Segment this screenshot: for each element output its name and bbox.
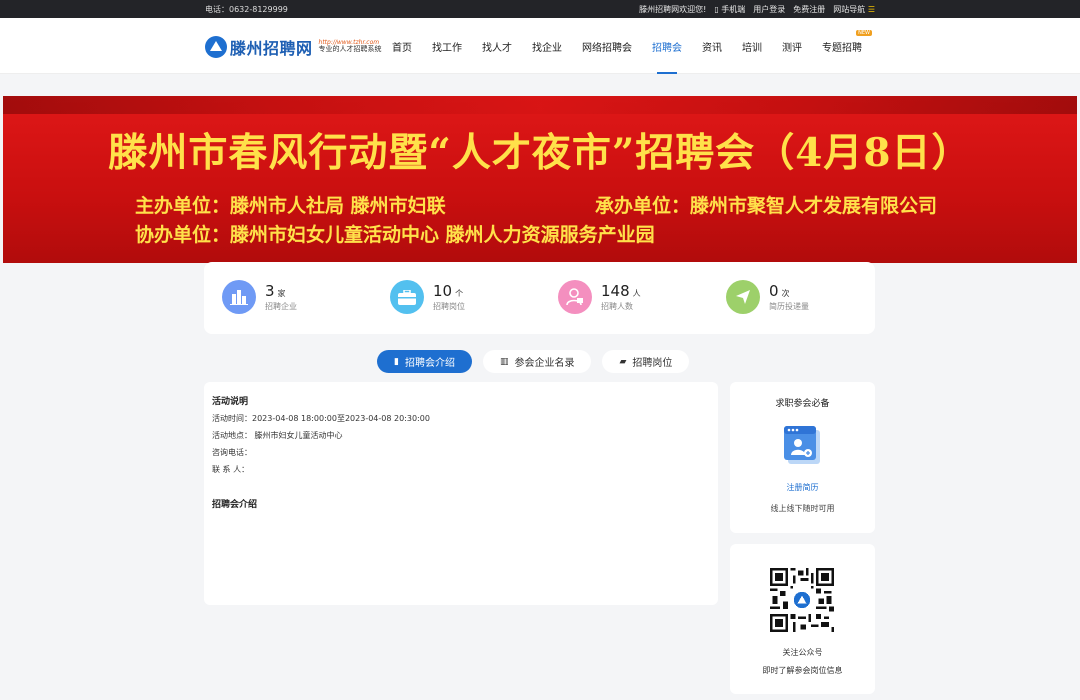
new-badge: NEW (856, 30, 872, 36)
nav-item-training[interactable]: 培训 (742, 18, 762, 74)
tab-company-list[interactable]: ▥ 参会企业名录 (482, 350, 592, 373)
topbar-mobile-label: 手机端 (721, 4, 746, 14)
nav-item-find-company[interactable]: 找企业 (532, 18, 562, 74)
top-bar: 电话：0632-8129999 滕州招聘网欢迎您! ▯ 手机端 用户登录 免费注… (0, 0, 1080, 18)
paper-plane-icon (726, 280, 760, 314)
fair-info-panel: 活动说明 活动时间：2023-04-08 18:00:00至2023-04-08… (204, 382, 718, 605)
logo-text: 滕州招聘网 (230, 39, 313, 58)
building-icon: ▥ (499, 356, 509, 367)
wechat-card: 关注公众号 即时了解参会岗位信息 (730, 544, 875, 694)
topbar-welcome: 滕州招聘网欢迎您! (639, 4, 707, 14)
tab-company-list-label: 参会企业名录 (514, 358, 575, 369)
stat-resumes-value: 0 (769, 282, 779, 300)
main-nav: 首页 找工作 找人才 找企业 网络招聘会 招聘会 资讯 培训 测评 专题招聘 N… (392, 18, 882, 74)
stat-companies-unit: 家 (277, 289, 286, 298)
stat-headcount: 148 人 招聘人数 (558, 280, 641, 314)
resume-card-title: 求职参会必备 (775, 399, 830, 409)
nav-item-home[interactable]: 首页 (392, 18, 412, 74)
topbar-phone: 电话：0632-8129999 (205, 4, 288, 14)
activity-time: 活动时间：2023-04-08 18:00:00至2023-04-08 20:3… (212, 414, 430, 423)
banner-organizer: 承办单位：滕州市聚智人才发展有限公司 (595, 195, 938, 217)
tab-fair-intro-label: 招聘会介绍 (404, 358, 455, 369)
stat-headcount-label: 招聘人数 (601, 302, 633, 311)
nav-item-find-talent[interactable]: 找人才 (482, 18, 512, 74)
section-title-fair-intro: 招聘会介绍 (212, 500, 258, 510)
stat-positions-unit: 个 (455, 289, 464, 298)
stats-panel: 3家 招聘企业 10 个 招聘岗位 148 人 招聘人数 0次 简历投递量 (204, 262, 875, 334)
logo-mark-icon (205, 36, 227, 58)
topbar-sitemap-link[interactable]: 网站导航 ☰ (833, 4, 875, 15)
banner-host: 主办单位：滕州市人社局 滕州市妇联 (135, 195, 446, 217)
activity-phone: 咨询电话： (212, 448, 252, 457)
activity-place: 活动地点： 滕州市妇女儿童活动中心 (212, 431, 343, 440)
register-resume-link[interactable]: 注册简历 (730, 482, 875, 493)
bookmark-icon: ▮ (394, 356, 399, 367)
job-fair-banner: 滕州市春风行动暨“人才夜市”招聘会（4月8日） 主办单位：滕州市人社局 滕州市妇… (3, 96, 1077, 263)
stat-resumes-unit: 次 (781, 289, 790, 298)
nav-item-online-fair[interactable]: 网络招聘会 (582, 18, 632, 74)
menu-icon: ☰ (867, 4, 875, 14)
activity-contact: 联 系 人： (212, 465, 250, 474)
nav-item-job-fair[interactable]: 招聘会 (652, 18, 682, 74)
stat-headcount-unit: 人 (632, 289, 641, 298)
topbar-register-link[interactable]: 免费注册 (793, 4, 825, 15)
stat-companies: 3家 招聘企业 (222, 280, 297, 314)
wechat-card-title: 关注公众号 (782, 648, 823, 657)
tab-positions-label: 招聘岗位 (632, 358, 673, 369)
stat-positions: 10 个 招聘岗位 (390, 280, 465, 314)
wechat-card-desc: 即时了解参会岗位信息 (762, 666, 843, 675)
resume-icon (784, 426, 820, 464)
nav-item-news[interactable]: 资讯 (702, 18, 722, 74)
briefcase-icon (390, 280, 424, 314)
stat-positions-label: 招聘岗位 (433, 302, 465, 311)
logo-slogan: 专业的人才招聘系统 (318, 45, 382, 54)
resume-card-desc: 线上线下随时可用 (770, 504, 835, 513)
banner-co-organizer: 协办单位：滕州市妇女儿童活动中心 滕州人力资源服务产业园 (135, 224, 655, 246)
resume-card: 求职参会必备 注册简历 线上线下随时可用 (730, 382, 875, 533)
stat-headcount-value: 148 (601, 282, 630, 300)
stat-companies-label: 招聘企业 (265, 302, 297, 311)
site-logo[interactable]: 滕州招聘网 http://www.tzhr.com 专业的人才招聘系统 (205, 34, 382, 60)
tab-fair-intro[interactable]: ▮ 招聘会介绍 (377, 350, 472, 373)
user-icon (558, 280, 592, 314)
qr-code-icon (770, 568, 834, 632)
banner-title: 滕州市春风行动暨“人才夜市”招聘会（4月8日） (108, 130, 972, 176)
topbar-sitemap-label: 网站导航 (833, 4, 866, 14)
nav-item-special-recruit-label: 专题招聘 (822, 42, 862, 54)
nav-item-find-job[interactable]: 找工作 (432, 18, 462, 74)
building-icon (222, 280, 256, 314)
nav-item-special-recruit[interactable]: 专题招聘 NEW (822, 18, 872, 74)
stat-positions-value: 10 (433, 282, 453, 300)
tab-positions[interactable]: ▰ 招聘岗位 (602, 350, 690, 373)
nav-item-assessment[interactable]: 测评 (782, 18, 802, 74)
stat-resumes: 0次 简历投递量 (726, 280, 809, 314)
briefcase-icon: ▰ (619, 356, 627, 367)
phone-icon: ▯ (714, 4, 719, 14)
site-header: 滕州招聘网 http://www.tzhr.com 专业的人才招聘系统 首页 找… (0, 18, 1080, 74)
topbar-login-link[interactable]: 用户登录 (753, 4, 785, 15)
topbar-mobile-link[interactable]: ▯ 手机端 (714, 4, 745, 15)
stat-companies-value: 3 (265, 282, 275, 300)
content-tabs: ▮ 招聘会介绍 ▥ 参会企业名录 ▰ 招聘岗位 (377, 350, 690, 373)
stat-resumes-label: 简历投递量 (769, 302, 809, 311)
logo-sub: http://www.tzhr.com 专业的人才招聘系统 (318, 39, 382, 54)
section-title-activity: 活动说明 (212, 397, 249, 407)
